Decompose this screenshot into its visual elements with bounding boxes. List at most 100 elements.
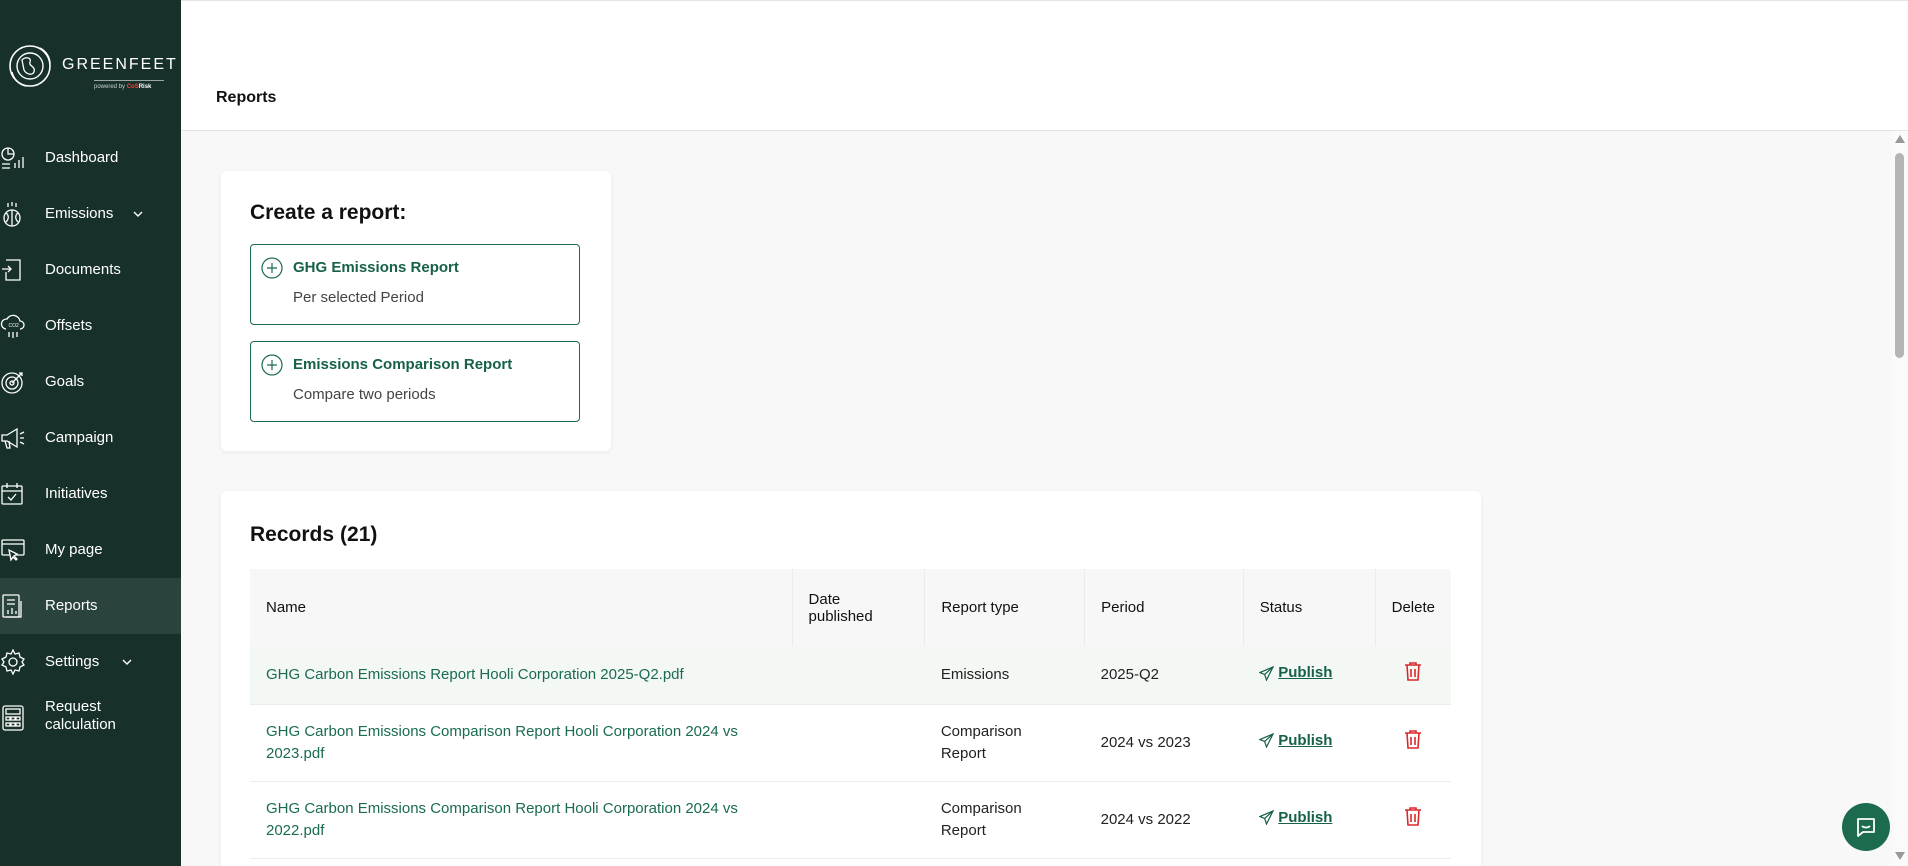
plus-circle-icon xyxy=(261,354,283,376)
column-header-report-type[interactable]: Report type xyxy=(924,569,1085,646)
sidebar-item-initiatives[interactable]: Initiatives xyxy=(0,466,181,522)
svg-text:CO2: CO2 xyxy=(9,323,20,329)
gear-icon xyxy=(0,649,26,675)
monitor-cursor-icon xyxy=(0,537,26,563)
target-icon xyxy=(0,369,26,395)
sidebar-item-label: Initiatives xyxy=(45,485,108,502)
sidebar-item-documents[interactable]: Documents xyxy=(0,242,181,298)
sidebar-item-offsets[interactable]: CO2 Offsets xyxy=(0,298,181,354)
emissions-icon xyxy=(0,201,26,227)
cell-status: Publish xyxy=(1243,704,1376,782)
table-row: GHG Carbon Emissions Report Hooli Corpor… xyxy=(250,646,1451,705)
sidebar-item-emissions[interactable]: Emissions xyxy=(0,186,181,242)
calculator-icon xyxy=(0,705,26,731)
scroll-thumb[interactable] xyxy=(1895,153,1904,358)
option-title: GHG Emissions Report xyxy=(293,259,459,276)
chevron-down-icon[interactable] xyxy=(121,656,133,668)
create-report-title: Create a report: xyxy=(250,201,407,224)
main-content: Create a report: GHG Emissions Report Pe… xyxy=(181,131,1895,866)
chat-launcher-button[interactable] xyxy=(1842,803,1890,851)
cell-period: 2024 vs 2023 xyxy=(1084,704,1244,782)
megaphone-icon xyxy=(0,425,26,451)
powered-by: powered by CoSRisk xyxy=(94,84,151,90)
cell-period: 2024 vs 2022 xyxy=(1084,781,1244,859)
column-header-status[interactable]: Status xyxy=(1242,569,1376,646)
sidebar-item-label: Request calculation xyxy=(45,698,116,733)
table-row: GHG Carbon Emissions Comparison Report H… xyxy=(250,704,1451,782)
sidebar-item-label: Dashboard xyxy=(45,149,119,166)
sidebar-item-label: Reports xyxy=(45,597,98,614)
column-header-delete: Delete xyxy=(1374,569,1451,646)
cell-date-published xyxy=(792,781,925,859)
page-header: Reports xyxy=(181,0,1908,131)
report-file-link[interactable]: GHG Carbon Emissions Comparison Report H… xyxy=(266,723,738,762)
records-title-text: Records xyxy=(250,523,335,546)
option-subtitle: Compare two periods xyxy=(293,386,436,403)
column-header-name[interactable]: Name xyxy=(250,569,793,646)
ghg-emissions-report-option[interactable]: GHG Emissions Report Per selected Period xyxy=(250,244,580,325)
cell-report-type: Comparison Report xyxy=(924,704,1085,782)
report-file-link[interactable]: GHG Carbon Emissions Report Hooli Corpor… xyxy=(266,666,684,683)
sidebar-item-label: Emissions xyxy=(45,205,114,222)
sidebar: GREENFEET powered by CoSRisk Dashboard E… xyxy=(0,0,181,866)
report-file-link[interactable]: GHG Carbon Emissions Comparison Report H… xyxy=(266,800,738,839)
sidebar-nav: Dashboard Emissions Documents CO2 Offset… xyxy=(0,130,181,746)
powered-by-prefix: powered by xyxy=(94,84,126,90)
plus-circle-icon xyxy=(261,257,283,279)
publish-button[interactable]: Publish xyxy=(1259,730,1332,752)
logo-divider xyxy=(94,80,164,81)
sidebar-item-reports[interactable]: Reports xyxy=(0,578,181,634)
sidebar-item-label: Goals xyxy=(45,373,85,390)
publish-button[interactable]: Publish xyxy=(1259,662,1332,684)
cell-date-published xyxy=(792,704,925,782)
offsets-icon: CO2 xyxy=(0,313,26,339)
publish-label: Publish xyxy=(1278,731,1333,749)
create-report-card: Create a report: GHG Emissions Report Pe… xyxy=(221,171,611,451)
chat-icon xyxy=(1857,818,1875,837)
sidebar-item-label: My page xyxy=(45,541,103,558)
table-header-row: Name Date published Report type Period S… xyxy=(250,569,1451,646)
sidebar-item-dashboard[interactable]: Dashboard xyxy=(0,130,181,186)
records-count: (21) xyxy=(340,523,378,546)
trash-icon[interactable] xyxy=(1402,660,1424,682)
cell-report-type: Emissions xyxy=(924,646,1085,705)
powered-by-part1: CoS xyxy=(126,84,139,90)
scroll-up-arrow-icon[interactable] xyxy=(1895,135,1905,143)
emissions-comparison-report-option[interactable]: Emissions Comparison Report Compare two … xyxy=(250,341,580,422)
publish-label: Publish xyxy=(1278,664,1333,681)
send-icon xyxy=(1259,665,1275,681)
send-icon xyxy=(1259,733,1275,749)
chevron-down-icon[interactable] xyxy=(132,208,144,220)
sidebar-item-my-page[interactable]: My page xyxy=(0,522,181,578)
sidebar-item-label: Offsets xyxy=(45,317,93,334)
trash-icon[interactable] xyxy=(1402,728,1424,750)
send-icon xyxy=(1259,810,1275,826)
sidebar-item-request-calculation[interactable]: Request calculation xyxy=(0,690,181,746)
globe-logo-icon xyxy=(9,45,51,87)
scroll-down-arrow-icon[interactable] xyxy=(1895,852,1905,860)
cell-name: GHG Carbon Emissions Comparison Report H… xyxy=(250,704,793,782)
records-table: Name Date published Report type Period S… xyxy=(250,569,1451,859)
trash-icon[interactable] xyxy=(1402,805,1424,827)
option-title: Emissions Comparison Report xyxy=(293,356,513,373)
cell-name: GHG Carbon Emissions Report Hooli Corpor… xyxy=(250,646,793,705)
vertical-scrollbar[interactable] xyxy=(1892,131,1908,866)
greenfeet-logo[interactable]: GREENFEET powered by CoSRisk xyxy=(4,38,176,98)
cell-period: 2025-Q2 xyxy=(1084,646,1244,705)
cell-status: Publish xyxy=(1243,646,1376,705)
documents-icon xyxy=(0,257,26,283)
cell-status: Publish xyxy=(1243,781,1376,859)
table-row: GHG Carbon Emissions Comparison Report H… xyxy=(250,781,1451,859)
sidebar-item-label: Documents xyxy=(45,261,121,278)
sidebar-item-settings[interactable]: Settings xyxy=(0,634,181,690)
column-header-period[interactable]: Period xyxy=(1084,569,1244,646)
publish-label: Publish xyxy=(1278,808,1333,826)
page-title: Reports xyxy=(216,89,277,106)
cell-delete xyxy=(1375,646,1451,705)
records-title: Records (21) xyxy=(250,523,377,547)
publish-button[interactable]: Publish xyxy=(1259,807,1332,829)
cell-name: GHG Carbon Emissions Comparison Report H… xyxy=(250,781,793,859)
sidebar-item-campaign[interactable]: Campaign xyxy=(0,410,181,466)
sidebar-item-goals[interactable]: Goals xyxy=(0,354,181,410)
column-header-date-published[interactable]: Date published xyxy=(791,569,925,646)
